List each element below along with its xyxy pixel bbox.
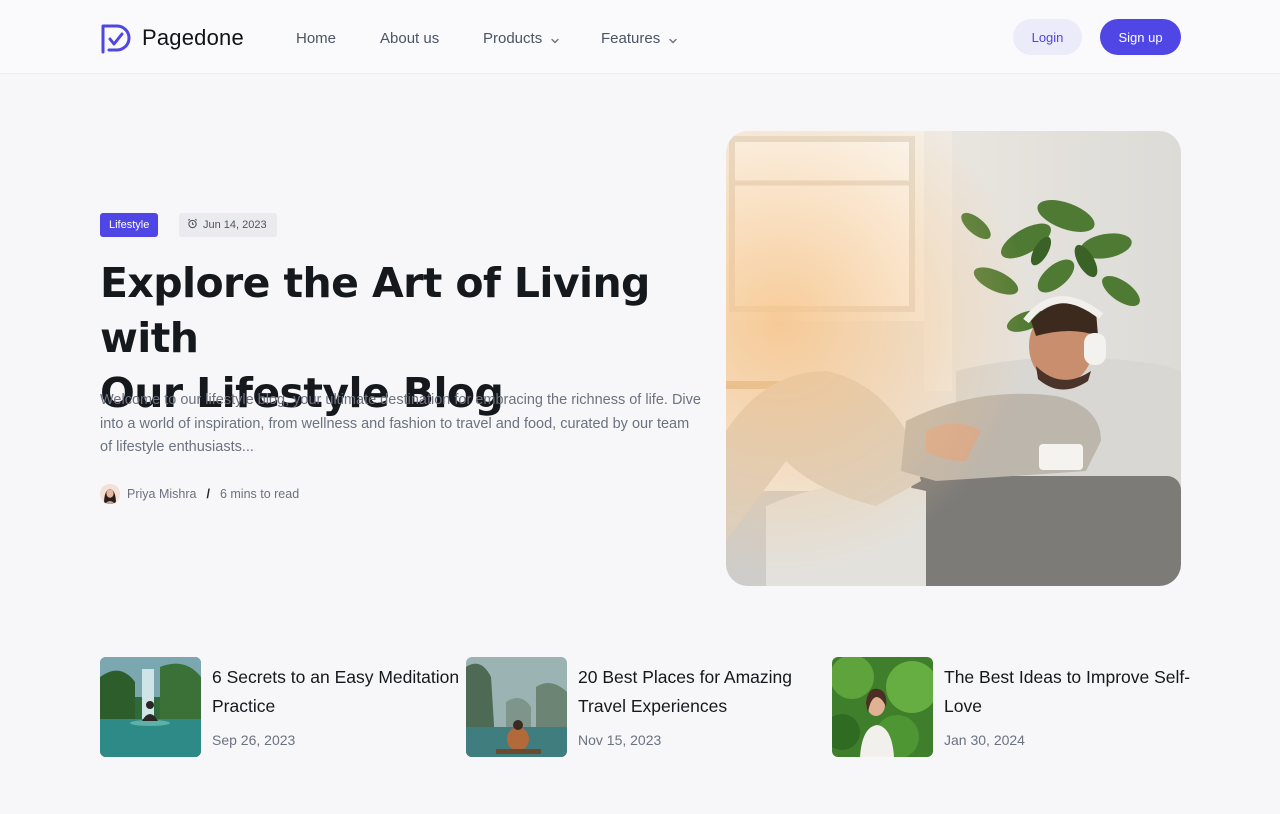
- logo-text: Pagedone: [142, 25, 244, 50]
- hero-description: Welcome to our lifestyle blog, your ulti…: [100, 392, 701, 455]
- post-thumbnail[interactable]: [466, 657, 567, 757]
- post-card[interactable]: 20 Best Places for Amazing Travel Experi…: [466, 657, 826, 757]
- post-date-chip: Jun 14, 2023: [179, 213, 277, 237]
- post-thumbnail[interactable]: [832, 657, 933, 757]
- signup-button[interactable]: Sign up: [1100, 19, 1181, 55]
- post-date: Jan 30, 2024: [944, 732, 1025, 748]
- post-thumbnail[interactable]: [100, 657, 201, 757]
- author-avatar[interactable]: [100, 484, 120, 504]
- nav-features[interactable]: Features: [601, 27, 678, 49]
- post-date: Jun 14, 2023: [203, 219, 267, 231]
- post-date: Nov 15, 2023: [578, 732, 662, 748]
- chevron-down-icon: [550, 33, 560, 44]
- alarm-clock-icon: [187, 218, 203, 232]
- post-card[interactable]: 6 Secrets to an Easy Meditation Practice…: [100, 657, 460, 757]
- site-header: Pagedone Home About us Products Features…: [0, 0, 1280, 74]
- post-card[interactable]: The Best Ideas to Improve Self-Love Jan …: [832, 657, 1192, 757]
- post-date: Sep 26, 2023: [212, 732, 296, 748]
- post-title[interactable]: The Best Ideas to Improve Self-Love: [944, 663, 1194, 720]
- nav-home[interactable]: Home: [296, 27, 336, 49]
- nav-features-label: Features: [601, 29, 661, 47]
- nav-products[interactable]: Products: [483, 27, 560, 49]
- hero-image: [726, 131, 1181, 586]
- read-time: 6 mins to read: [219, 487, 300, 501]
- hero-title-line-1: Explore the Art of Living with: [100, 259, 650, 362]
- chevron-down-icon: [668, 33, 678, 44]
- post-title[interactable]: 6 Secrets to an Easy Meditation Practice: [212, 663, 462, 720]
- nav-home-label: Home: [296, 29, 337, 47]
- login-button[interactable]: Login: [1013, 19, 1082, 55]
- author-meta: Priya Mishra / 6 mins to read: [100, 484, 299, 504]
- meta-separator: /: [206, 487, 210, 501]
- category-badge[interactable]: Lifestyle: [100, 213, 159, 237]
- nav-about-us[interactable]: About us: [380, 27, 439, 49]
- nav-products-label: Products: [483, 29, 543, 47]
- logo[interactable]: Pagedone: [100, 21, 244, 55]
- post-title[interactable]: 20 Best Places for Amazing Travel Experi…: [578, 663, 828, 720]
- pagedone-logo-icon: [100, 22, 132, 54]
- nav-about-us-label: About us: [380, 29, 440, 47]
- author-name[interactable]: Priya Mishra: [127, 487, 196, 501]
